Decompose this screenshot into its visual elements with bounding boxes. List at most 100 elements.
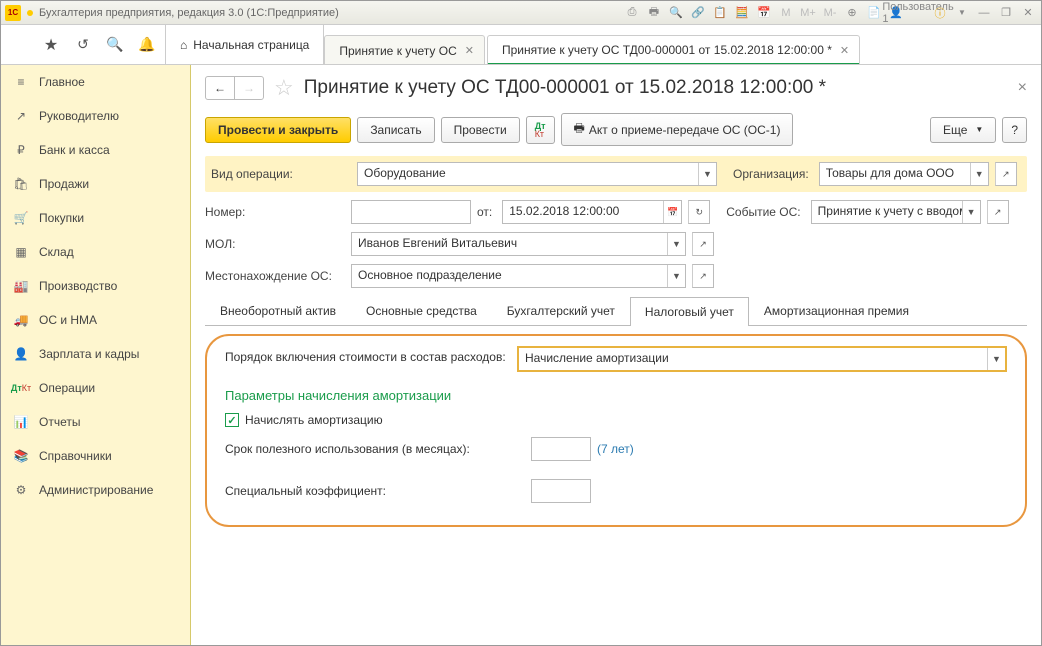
subtab-noncurrent[interactable]: Внеоборотный актив xyxy=(205,296,351,325)
sidebar-item-admin[interactable]: ⚙Администрирование xyxy=(1,473,190,507)
bell-icon[interactable]: 🔔 xyxy=(137,35,157,55)
grid-icon: ▦ xyxy=(13,244,29,260)
sidebar-item-operations[interactable]: ДтКтОперации xyxy=(1,371,190,405)
org-open-button[interactable]: ↗ xyxy=(995,162,1017,186)
sidebar-item-bank[interactable]: ₽Банк и касса xyxy=(1,133,190,167)
mol-open-button[interactable]: ↗ xyxy=(692,232,714,256)
sidebar-item-production[interactable]: 🏭Производство xyxy=(1,269,190,303)
zoom-icon[interactable]: ⊕ xyxy=(843,4,861,22)
tax-tab-content: Начисление амортизации ▼ Порядок включен… xyxy=(205,334,1027,527)
apps-grid-icon[interactable] xyxy=(9,35,29,55)
loc-open-button[interactable]: ↗ xyxy=(692,264,714,288)
print-icon[interactable]: 🖶 xyxy=(645,4,663,22)
favorite-star-icon[interactable]: ☆ xyxy=(274,75,294,101)
forward-button[interactable]: → xyxy=(235,77,263,99)
dtkt-button[interactable]: ДтКт xyxy=(526,116,555,144)
print-act-button[interactable]: 🖶Акт о приеме-передаче ОС (ОС-1) xyxy=(561,113,794,146)
mol-row: МОЛ: Иванов Евгений Витальевич ▼ ↗ xyxy=(205,232,1027,256)
useful-life-input[interactable] xyxy=(531,437,591,461)
calendar-icon[interactable]: 📅 xyxy=(755,4,773,22)
subtab-fixed-assets[interactable]: Основные средства xyxy=(351,296,492,325)
tabs-row: ⌂ Начальная страница Принятие к учету ОС… xyxy=(166,25,1041,64)
sidebar-item-reports[interactable]: 📊Отчеты xyxy=(1,405,190,439)
post-and-close-button[interactable]: Провести и закрыть xyxy=(205,117,351,143)
dropdown-icon[interactable]: ▼ xyxy=(953,4,971,22)
search-icon[interactable]: 🔍 xyxy=(667,4,685,22)
sidebar-item-label: ОС и НМА xyxy=(39,313,97,327)
title-separator-dot xyxy=(27,10,33,16)
sidebar-item-purchases[interactable]: 🛒Покупки xyxy=(1,201,190,235)
tab-close-icon[interactable]: ✕ xyxy=(465,44,474,57)
m-clear-icon[interactable]: M xyxy=(777,4,795,22)
date-refresh-button[interactable]: ↻ xyxy=(688,200,710,224)
mol-select[interactable]: Иванов Евгений Витальевич ▼ xyxy=(351,232,686,256)
history-icon[interactable]: ↺ xyxy=(73,35,93,55)
org-select[interactable]: Товары для дома ООО ▼ xyxy=(819,162,989,186)
home-icon: ⌂ xyxy=(180,38,187,52)
copy-icon[interactable]: 📋 xyxy=(711,4,729,22)
user-name[interactable]: Пользователь 1 xyxy=(909,4,927,22)
operation-select[interactable]: Оборудование ▼ xyxy=(357,162,717,186)
calculator-icon[interactable]: 🧮 xyxy=(733,4,751,22)
subtab-accounting[interactable]: Бухгалтерский учет xyxy=(492,296,630,325)
chevron-down-icon[interactable]: ▼ xyxy=(970,163,988,185)
cost-order-label: Порядок включения стоимости в состав рас… xyxy=(225,350,506,364)
tab-doc-current[interactable]: Принятие к учету ОС ТД00-000001 от 15.02… xyxy=(487,35,860,64)
subtab-tax[interactable]: Налоговый учет xyxy=(630,297,749,326)
sidebar: ≡Главное ↗Руководителю ₽Банк и касса 🛍Пр… xyxy=(1,65,191,645)
help-button[interactable]: ? xyxy=(1002,117,1027,143)
operation-value: Оборудование xyxy=(358,163,698,185)
sidebar-item-salary[interactable]: 👤Зарплата и кадры xyxy=(1,337,190,371)
restore-button[interactable]: ❐ xyxy=(997,4,1015,22)
chevron-down-icon[interactable]: ▼ xyxy=(667,233,685,255)
post-button[interactable]: Провести xyxy=(441,117,520,143)
sidebar-item-stock[interactable]: ▦Склад xyxy=(1,235,190,269)
mol-label: МОЛ: xyxy=(205,233,345,255)
favorite-icon[interactable]: ★ xyxy=(41,35,61,55)
accrue-checkbox[interactable]: ✓ xyxy=(225,413,239,427)
m-plus-icon[interactable]: M+ xyxy=(799,4,817,22)
sidebar-item-sales[interactable]: 🛍Продажи xyxy=(1,167,190,201)
date-input[interactable]: 15.02.2018 12:00:00 📅 xyxy=(502,200,682,224)
note-icon[interactable]: 📄 xyxy=(865,4,883,22)
calendar-icon[interactable]: 📅 xyxy=(663,201,681,223)
tab-doc-list[interactable]: Принятие к учету ОС ✕ xyxy=(324,35,485,64)
chevron-down-icon[interactable]: ▼ xyxy=(962,201,980,223)
sidebar-item-refs[interactable]: 📚Справочники xyxy=(1,439,190,473)
date-value: 15.02.2018 12:00:00 xyxy=(503,201,663,223)
chevron-down-icon[interactable]: ▼ xyxy=(698,163,716,185)
cart-icon: 🛒 xyxy=(13,210,29,226)
tab-label: Принятие к учету ОС ТД00-000001 от 15.02… xyxy=(502,43,832,57)
back-button[interactable]: ← xyxy=(206,77,235,99)
subtab-bonus[interactable]: Амортизационная премия xyxy=(749,296,924,325)
sidebar-item-manager[interactable]: ↗Руководителю xyxy=(1,99,190,133)
close-window-button[interactable]: ✕ xyxy=(1019,4,1037,22)
coef-input[interactable] xyxy=(531,479,591,503)
mol-value: Иванов Евгений Витальевич xyxy=(352,233,667,255)
number-row: Номер: от: 15.02.2018 12:00:00 📅 ↻ Событ… xyxy=(205,200,1027,224)
quick-tools: ★ ↺ 🔍 🔔 xyxy=(1,25,166,64)
search-global-icon[interactable]: 🔍 xyxy=(105,35,125,55)
sidebar-item-main[interactable]: ≡Главное xyxy=(1,65,190,99)
chevron-down-icon[interactable]: ▼ xyxy=(667,265,685,287)
minimize-button[interactable]: — xyxy=(975,4,993,22)
chevron-down-icon[interactable]: ▼ xyxy=(987,348,1005,370)
link-icon[interactable]: 🔗 xyxy=(689,4,707,22)
dtkt-icon: ДтКт xyxy=(13,380,29,396)
doc-title: Принятие к учету ОС ТД00-000001 от 15.02… xyxy=(304,77,826,99)
useful-life-hint[interactable]: (7 лет) xyxy=(597,442,634,456)
more-button[interactable]: Еще▼ xyxy=(930,117,996,143)
print-preview-icon[interactable]: ⎙ xyxy=(623,4,641,22)
doc-close-button[interactable]: × xyxy=(1018,79,1027,97)
sidebar-item-fixed-assets[interactable]: 🚚ОС и НМА xyxy=(1,303,190,337)
event-select[interactable]: Принятие к учету с вводом ▼ xyxy=(811,200,981,224)
home-tab[interactable]: ⌂ Начальная страница xyxy=(166,25,324,64)
m-minus-icon[interactable]: M- xyxy=(821,4,839,22)
loc-select[interactable]: Основное подразделение ▼ xyxy=(351,264,686,288)
save-button[interactable]: Записать xyxy=(357,117,434,143)
number-input[interactable] xyxy=(351,200,471,224)
cost-order-select[interactable]: Начисление амортизации ▼ xyxy=(517,346,1007,372)
info-icon[interactable]: ⓘ xyxy=(931,4,949,22)
tab-close-icon[interactable]: ✕ xyxy=(840,44,849,57)
event-open-button[interactable]: ↗ xyxy=(987,200,1009,224)
